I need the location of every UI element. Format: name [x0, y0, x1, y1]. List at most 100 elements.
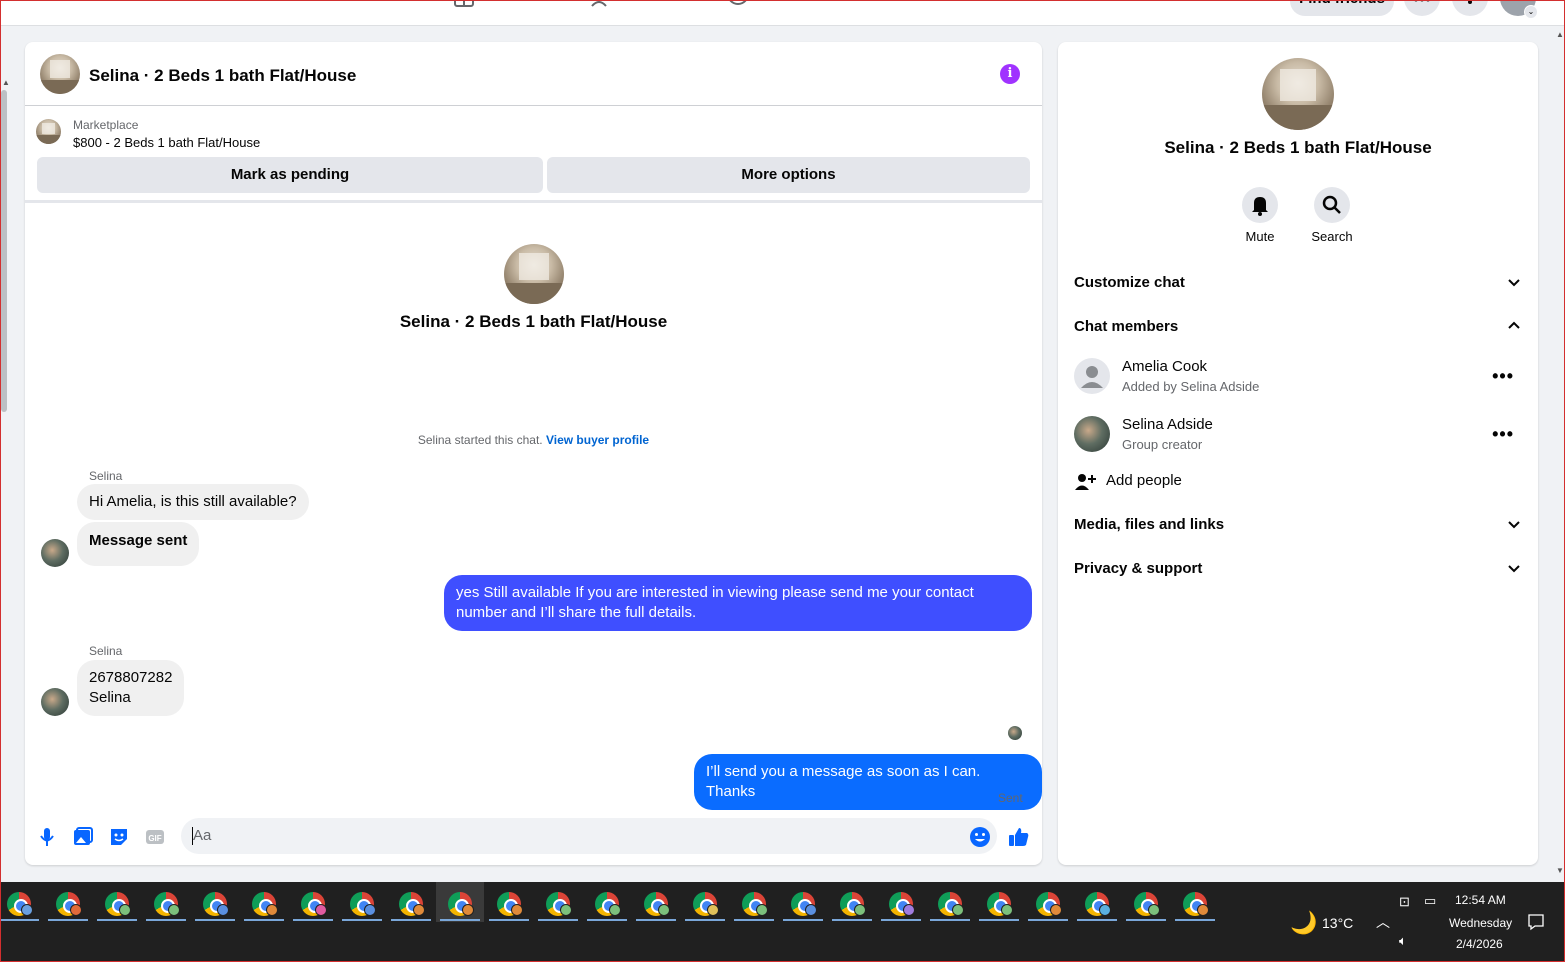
chat-members-section[interactable]: Chat members — [1074, 310, 1522, 346]
incoming-message[interactable]: Message sent — [77, 522, 200, 566]
scroll-up-arrow-icon[interactable]: ▲ — [2, 78, 10, 87]
left-scrollbar[interactable] — [1, 90, 7, 412]
find-friends-button[interactable]: Find friends — [1290, 0, 1394, 16]
menu-button[interactable] — [1404, 0, 1440, 16]
taskbar-chrome-window[interactable] — [926, 882, 974, 922]
sticker-icon[interactable] — [108, 826, 130, 848]
mute-button[interactable] — [1242, 187, 1278, 223]
taskbar-chrome-window[interactable] — [632, 882, 680, 922]
running-indicator — [342, 919, 382, 921]
listing-thumbnail[interactable] — [36, 119, 61, 144]
taskbar-chrome-window[interactable] — [730, 882, 778, 922]
top-navigation: Find friends ⌄ — [0, 0, 1565, 26]
customize-chat-section[interactable]: Customize chat — [1074, 266, 1522, 302]
clock-day[interactable]: Wednesday — [1449, 916, 1512, 930]
taskbar-chrome-window[interactable] — [779, 882, 827, 922]
taskbar-chrome-window[interactable] — [436, 882, 484, 922]
more-options-button[interactable]: More options — [547, 157, 1030, 193]
privacy-support-title: Privacy & support — [1074, 560, 1203, 577]
member-row[interactable]: Selina Adside Group creator ••• — [1074, 416, 1522, 464]
taskbar-chrome-window[interactable] — [1024, 882, 1072, 922]
chat-avatar[interactable] — [40, 54, 80, 94]
search-action[interactable]: Search — [1297, 187, 1367, 244]
listing-title[interactable]: $800 - 2 Beds 1 bath Flat/House — [73, 135, 260, 150]
taskbar-chrome-window[interactable] — [0, 882, 43, 922]
taskbar-chrome-window[interactable] — [191, 882, 239, 922]
sent-status: Sent — [998, 791, 1023, 805]
running-indicator — [1126, 919, 1166, 921]
privacy-support-section[interactable]: Privacy & support — [1074, 552, 1522, 588]
taskbar-chrome-window[interactable] — [975, 882, 1023, 922]
profile-badge-icon — [462, 904, 474, 916]
sender-avatar[interactable] — [41, 688, 69, 716]
taskbar-chrome-window[interactable] — [289, 882, 337, 922]
right-scroll-up-arrow-icon[interactable]: ▲ — [1556, 30, 1564, 39]
media-files-links-section[interactable]: Media, files and links — [1074, 508, 1522, 544]
chat-title[interactable]: Selina · 2 Beds 1 bath Flat/House — [89, 66, 356, 86]
mark-as-pending-button[interactable]: Mark as pending — [37, 157, 543, 193]
right-scroll-down-arrow-icon[interactable]: ▼ — [1556, 866, 1564, 875]
running-indicator — [783, 919, 823, 921]
clock-date[interactable]: 2/4/2026 — [1456, 937, 1503, 951]
message-input[interactable]: Aa — [181, 818, 997, 854]
photo-icon[interactable] — [72, 826, 94, 848]
more-options-icon[interactable]: ••• — [1492, 424, 1514, 445]
profile-badge-icon — [1050, 904, 1062, 916]
profile-badge-icon — [854, 904, 866, 916]
read-receipt-avatar — [1008, 726, 1022, 740]
outgoing-message[interactable]: I’ll send you a message as soon as I can… — [694, 754, 1042, 810]
view-buyer-profile-link[interactable]: View buyer profile — [546, 433, 649, 447]
sender-avatar[interactable] — [41, 539, 69, 567]
search-button[interactable] — [1314, 187, 1350, 223]
taskbar-chrome-window[interactable] — [338, 882, 386, 922]
taskbar-chrome-window[interactable] — [142, 882, 190, 922]
taskbar-chrome-window[interactable] — [583, 882, 631, 922]
taskbar-chrome-window[interactable] — [877, 882, 925, 922]
notifications-button[interactable] — [1452, 0, 1488, 16]
taskbar-chrome-window[interactable] — [93, 882, 141, 922]
thumbs-up-icon[interactable] — [1008, 826, 1030, 848]
info-icon[interactable]: i — [1000, 64, 1020, 84]
add-people-button[interactable]: Add people — [1074, 464, 1522, 500]
network-icon[interactable]: ▭ — [1424, 893, 1436, 909]
mute-action[interactable]: Mute — [1225, 187, 1295, 244]
member-row[interactable]: Amelia Cook Added by Selina Adside ••• — [1074, 358, 1522, 406]
incoming-message[interactable]: 2678807282 Selina — [77, 660, 185, 716]
taskbar-chrome-window[interactable] — [44, 882, 92, 922]
bell-icon — [1252, 197, 1268, 216]
meet-now-icon[interactable]: ⊡ — [1399, 894, 1410, 910]
groups-nav-icon[interactable] — [590, 0, 612, 8]
clock-time[interactable]: 12:54 AM — [1455, 893, 1506, 907]
notifications-icon[interactable] — [1527, 913, 1545, 931]
running-indicator — [146, 919, 186, 921]
microphone-icon[interactable] — [36, 826, 58, 848]
chat-header: Selina · 2 Beds 1 bath Flat/House i — [25, 42, 1042, 106]
more-options-icon[interactable]: ••• — [1492, 366, 1514, 387]
chat-started-notice: Selina started this chat. View buyer pro… — [25, 433, 1042, 447]
running-indicator — [979, 919, 1019, 921]
taskbar-chrome-window[interactable] — [387, 882, 435, 922]
profile-badge-icon — [1197, 904, 1209, 916]
taskbar-chrome-window[interactable] — [534, 882, 582, 922]
marketplace-nav-icon[interactable] — [453, 0, 475, 8]
profile-nav-icon[interactable] — [727, 0, 749, 8]
gif-icon[interactable]: GIF — [144, 826, 166, 848]
speaker-icon[interactable]: 🔈︎ — [1399, 933, 1407, 949]
taskbar-chrome-window[interactable] — [1171, 882, 1219, 922]
running-indicator — [1077, 919, 1117, 921]
taskbar-chrome-window[interactable] — [240, 882, 288, 922]
details-avatar[interactable] — [1262, 58, 1334, 130]
taskbar-chrome-window[interactable] — [828, 882, 876, 922]
started-text: Selina started this chat. — [417, 433, 546, 447]
incoming-message[interactable]: Hi Amelia, is this still available? — [77, 484, 309, 520]
weather-temp[interactable]: 13°C — [1322, 915, 1353, 931]
taskbar-chrome-window[interactable] — [485, 882, 533, 922]
chevron-down-icon[interactable]: ⌄ — [1524, 5, 1538, 19]
chevron-up-icon[interactable]: ︿ — [1376, 912, 1390, 932]
taskbar-chrome-window[interactable] — [1073, 882, 1121, 922]
taskbar-chrome-window[interactable] — [681, 882, 729, 922]
taskbar-chrome-window[interactable] — [1122, 882, 1170, 922]
emoji-icon[interactable] — [969, 826, 991, 848]
outgoing-message[interactable]: yes Still available If you are intereste… — [444, 575, 1032, 631]
moon-weather-icon[interactable]: 🌙 — [1290, 910, 1317, 936]
